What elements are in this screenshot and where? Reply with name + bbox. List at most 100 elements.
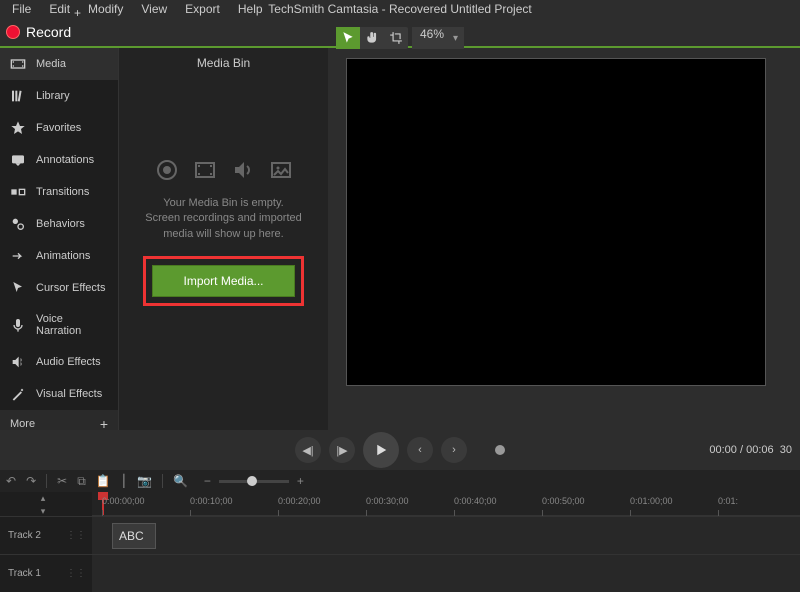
add-track-button[interactable]: + [74,6,81,20]
ruler-tick: 0:01:00;00 [630,496,673,506]
timeline-zoom-slider[interactable] [219,480,289,483]
media-bin-title: Media Bin [119,48,328,78]
sidebar-item-label: Favorites [36,122,81,134]
sidebar-item-media[interactable]: Media [0,48,118,80]
sidebar-item-favorites[interactable]: Favorites [0,112,118,144]
sidebar-item-cursor-effects[interactable]: Cursor Effects [0,272,118,304]
chevron-up-icon[interactable]: ▴ [41,494,46,503]
timeline-left-header: + ▴ ▾ [0,492,92,516]
menu-file[interactable]: File [4,0,39,18]
prev-marker-button[interactable]: ‹ [407,437,433,463]
track-lane-1[interactable] [92,554,800,592]
split-icon[interactable]: ⎮ [121,474,127,488]
playback-bar: ◀| |▶ ‹ › 00:00 / 00:06 30 [0,430,800,470]
track-header-2[interactable]: Track 2⋮⋮ [0,516,92,554]
track-header-1[interactable]: Track 1⋮⋮ [0,554,92,592]
wand-icon [10,387,26,401]
ruler-tick: 0:00:00;00 [102,496,145,506]
sidebar-item-annotations[interactable]: Annotations [0,144,118,176]
ruler-tick: 0:00:40;00 [454,496,497,506]
sidebar-item-label: Transitions [36,186,89,198]
ruler-tick: 0:00:10;00 [190,496,233,506]
zoom-value: 46% [412,27,464,49]
grip-icon: ⋮⋮ [66,530,86,541]
sidebar-item-label: Animations [36,250,90,262]
window-title: TechSmith Camtasia - Recovered Untitled … [268,2,531,16]
timeline-toolbar: ↶ ↷ ✂ ⧉ 📋 ⎮ 📷 🔍 − + [0,470,800,492]
menu-edit[interactable]: Edit [41,0,78,18]
side-panel: Media Library Favorites Annotations Tran… [0,48,118,430]
sidebar-item-label: Cursor Effects [36,282,106,294]
ruler-tick: 0:01: [718,496,738,506]
step-back-button[interactable]: |▶ [329,437,355,463]
sidebar-item-label: Voice Narration [36,313,108,337]
grip-icon: ⋮⋮ [66,568,86,579]
library-icon [10,89,26,103]
audio-icon [10,355,26,369]
behaviors-icon [10,217,26,231]
sidebar-item-voice-narration[interactable]: Voice Narration [0,304,118,346]
image-icon [269,158,293,182]
cut-icon[interactable]: ✂ [57,474,67,488]
annotation-icon [10,153,26,167]
crop-tool[interactable] [384,27,408,49]
canvas-area [328,48,800,430]
scrub-handle[interactable] [495,445,505,455]
timeline-ruler[interactable]: 0:00:00;00 0:00:10;00 0:00:20;00 0:00:30… [92,492,800,516]
time-display: 00:00 / 00:06 30 [709,444,792,456]
sidebar-item-animations[interactable]: Animations [0,240,118,272]
import-highlight: Import Media... [143,256,303,306]
sidebar-item-label: Annotations [36,154,94,166]
prev-frame-button[interactable]: ◀| [295,437,321,463]
transitions-icon [10,185,26,199]
sidebar-item-behaviors[interactable]: Behaviors [0,208,118,240]
sidebar-item-library[interactable]: Library [0,80,118,112]
chevron-down-icon[interactable]: ▾ [41,507,46,516]
menu-modify[interactable]: Modify [80,0,131,18]
menu-help[interactable]: Help [230,0,271,18]
menu-view[interactable]: View [133,0,175,18]
record-circle-icon [155,158,179,182]
star-icon [10,121,26,135]
mic-icon [10,318,26,332]
timeline-clip[interactable]: ABC [112,523,156,549]
menu-export[interactable]: Export [177,0,228,18]
copy-icon[interactable]: ⧉ [77,474,86,489]
next-marker-button[interactable]: › [441,437,467,463]
zoom-out-button[interactable]: − [204,474,211,488]
media-bin-empty-text: Your Media Bin is empty. Screen recordin… [145,196,302,242]
pan-tool[interactable] [360,27,384,49]
sidebar-item-label: Library [36,90,70,102]
sidebar-item-visual-effects[interactable]: Visual Effects [0,378,118,410]
track-lane-2[interactable]: ABC [92,516,800,554]
sidebar-item-audio-effects[interactable]: Audio Effects [0,346,118,378]
film-icon [193,158,217,182]
ruler-tick: 0:00:20;00 [278,496,321,506]
media-bin-panel: Media Bin Your Media Bin is empty. Scree… [118,48,328,430]
zoom-in-button[interactable]: + [297,474,304,488]
paste-icon[interactable]: 📋 [96,474,111,488]
zoom-search-icon[interactable]: 🔍 [173,474,188,488]
camera-icon[interactable]: 📷 [137,474,152,488]
ruler-tick: 0:00:50;00 [542,496,585,506]
zoom-select[interactable]: 46% [408,27,464,49]
ruler-tick: 0:00:30;00 [366,496,409,506]
sidebar-item-label: Visual Effects [36,388,102,400]
select-tool[interactable] [336,27,360,49]
preview-canvas[interactable] [346,58,766,386]
sidebar-item-transitions[interactable]: Transitions [0,176,118,208]
cursor-icon [10,281,26,295]
import-media-button[interactable]: Import Media... [152,265,294,297]
play-button[interactable] [363,432,399,468]
animations-icon [10,249,26,263]
media-type-icons [155,158,293,182]
redo-icon[interactable]: ↷ [26,474,36,488]
more-label: More [10,418,35,430]
speaker-icon [231,158,255,182]
sidebar-item-label: Media [36,58,66,70]
media-icon [10,57,26,71]
sidebar-item-label: Behaviors [36,218,85,230]
undo-icon[interactable]: ↶ [6,474,16,488]
canvas-toolbar: 46% [0,26,800,50]
sidebar-item-label: Audio Effects [36,356,101,368]
